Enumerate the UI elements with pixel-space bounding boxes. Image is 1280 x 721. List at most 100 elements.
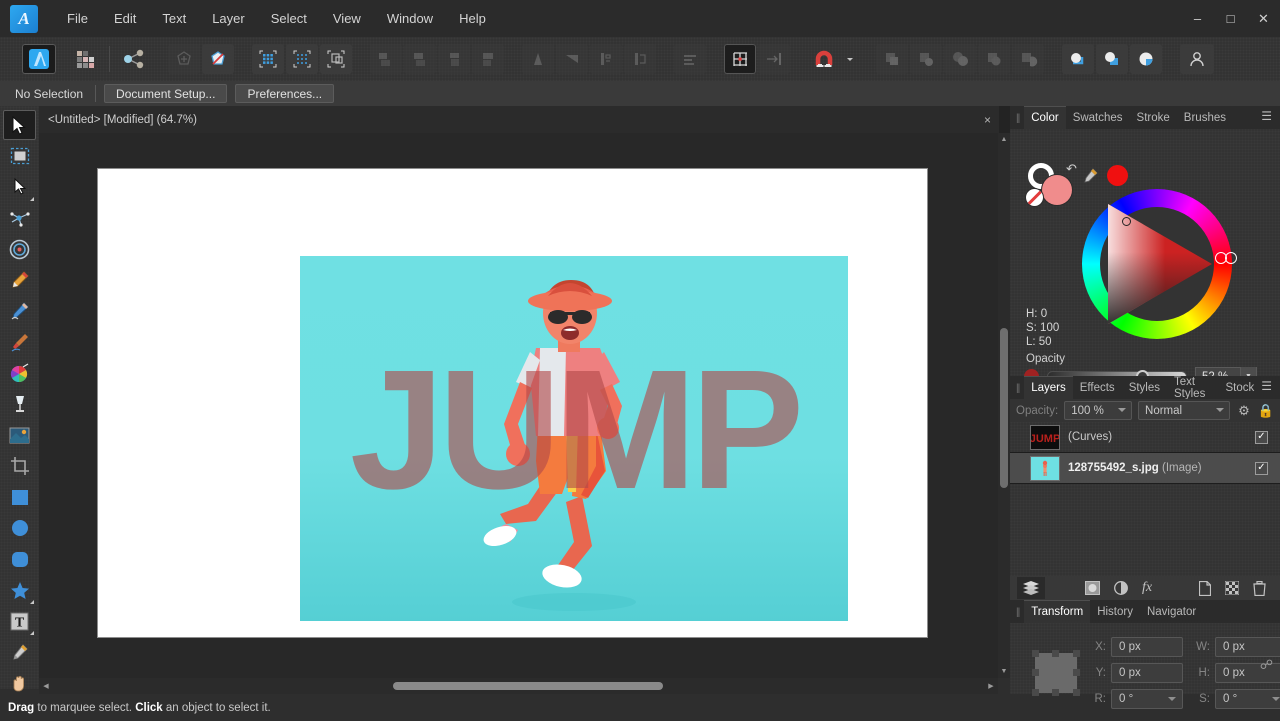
fill-swatch[interactable] xyxy=(1042,175,1072,205)
fill-stroke-swatches[interactable]: ↶ xyxy=(1026,161,1082,207)
tab-navigator[interactable]: Navigator xyxy=(1140,600,1203,623)
show-grid-icon[interactable] xyxy=(252,44,284,74)
hue-marker-icon[interactable] xyxy=(1215,252,1239,265)
rotate-left-icon[interactable] xyxy=(590,44,622,74)
tab-stock[interactable]: Stock xyxy=(1218,376,1261,399)
chevron-down-icon[interactable] xyxy=(1118,408,1127,412)
transform-anchor-grid[interactable] xyxy=(1032,650,1080,696)
mask-white-icon[interactable] xyxy=(1062,44,1094,74)
canvas-horizontal-scrollbar[interactable]: ◀ ▶ xyxy=(39,678,998,694)
tab-text-styles[interactable]: Text Styles xyxy=(1167,376,1218,400)
table-row[interactable]: 128755492_s.jpg (Image) ✓ xyxy=(1010,453,1280,484)
table-row[interactable]: JUMP (Curves) ✓ xyxy=(1010,422,1280,453)
document-tab[interactable]: <Untitled> [Modified] (64.7%) × xyxy=(39,106,999,133)
scroll-up-icon[interactable]: ▲ xyxy=(998,133,1010,146)
link-dimensions-icon[interactable]: ☍ xyxy=(1260,657,1273,673)
align-right-icon[interactable] xyxy=(438,44,470,74)
chevron-down-icon[interactable] xyxy=(1216,408,1225,412)
vertical-scroll-thumb[interactable] xyxy=(1000,328,1008,488)
pen-tool[interactable] xyxy=(3,265,36,295)
tab-history[interactable]: History xyxy=(1090,600,1140,623)
panel-grip-icon[interactable]: || xyxy=(1010,113,1024,129)
menu-layer[interactable]: Layer xyxy=(199,6,258,31)
panel-menu-icon[interactable]: ☰ xyxy=(1261,109,1280,127)
gear-icon[interactable]: ⚙ xyxy=(1238,403,1250,419)
ellipse-tool[interactable] xyxy=(3,513,36,543)
color-wheel[interactable] xyxy=(1082,189,1237,339)
horizontal-scroll-track[interactable] xyxy=(53,678,984,694)
tab-color[interactable]: Color xyxy=(1024,106,1066,129)
menu-file[interactable]: File xyxy=(54,6,101,31)
align-left-icon[interactable] xyxy=(370,44,402,74)
tab-swatches[interactable]: Swatches xyxy=(1066,106,1130,129)
account-icon[interactable] xyxy=(1180,44,1214,74)
chevron-down-icon[interactable] xyxy=(1272,697,1280,701)
fx-icon[interactable]: fx xyxy=(1142,580,1152,596)
rectangle-tool[interactable] xyxy=(3,482,36,512)
align-center-icon[interactable] xyxy=(404,44,436,74)
tab-layers[interactable]: Layers xyxy=(1024,376,1073,399)
menu-window[interactable]: Window xyxy=(374,6,446,31)
layer-opacity-field[interactable]: 100 % xyxy=(1064,401,1133,420)
magnet-dropdown-icon[interactable] xyxy=(842,44,858,74)
flip-horizontal-icon[interactable] xyxy=(522,44,554,74)
color-picker-tool[interactable] xyxy=(3,637,36,667)
boolean-combine-icon[interactable] xyxy=(1012,44,1044,74)
w-field[interactable]: 0 px xyxy=(1215,637,1280,657)
current-color-swatch[interactable] xyxy=(1107,165,1128,186)
panel-menu-icon[interactable]: ☰ xyxy=(1261,379,1280,397)
eyedropper-icon[interactable] xyxy=(1082,167,1098,184)
new-pixel-layer-icon[interactable] xyxy=(1225,581,1240,595)
no-node-icon[interactable] xyxy=(202,44,234,74)
s-field[interactable]: 0 ° xyxy=(1215,689,1280,709)
artistic-text-tool[interactable]: T xyxy=(3,606,36,636)
horizontal-scroll-thumb[interactable] xyxy=(393,682,663,690)
star-tool[interactable] xyxy=(3,575,36,605)
canvas-vertical-scrollbar[interactable]: ▲ ▼ xyxy=(998,133,1010,678)
no-fill-swatch[interactable] xyxy=(1026,189,1043,206)
menu-select[interactable]: Select xyxy=(258,6,320,31)
mask-blue-icon[interactable] xyxy=(1096,44,1128,74)
tab-stroke[interactable]: Stroke xyxy=(1130,106,1177,129)
delete-layer-icon[interactable] xyxy=(1253,580,1266,596)
new-layer-icon[interactable] xyxy=(1199,580,1212,596)
boolean-add-icon[interactable] xyxy=(876,44,908,74)
boolean-divide-icon[interactable] xyxy=(978,44,1010,74)
tab-styles[interactable]: Styles xyxy=(1122,376,1167,399)
placed-photo[interactable]: JUMP xyxy=(300,256,848,621)
tab-effects[interactable]: Effects xyxy=(1073,376,1122,399)
add-node-icon[interactable] xyxy=(168,44,200,74)
rotate-right-icon[interactable] xyxy=(624,44,656,74)
snap-grid-icon[interactable] xyxy=(724,44,756,74)
corner-tool[interactable] xyxy=(3,203,36,233)
place-image-tool[interactable] xyxy=(3,420,36,450)
snap-arrow-icon[interactable] xyxy=(758,44,790,74)
menu-help[interactable]: Help xyxy=(446,6,499,31)
layer-stack-icon[interactable] xyxy=(1017,577,1045,599)
boolean-subtract-icon[interactable] xyxy=(910,44,942,74)
menu-view[interactable]: View xyxy=(320,6,374,31)
document-setup-button[interactable]: Document Setup... xyxy=(104,84,228,103)
tab-brushes[interactable]: Brushes xyxy=(1177,106,1233,129)
r-field[interactable]: 0 ° xyxy=(1111,689,1183,709)
pencil-tool[interactable] xyxy=(3,296,36,326)
canvas-area[interactable]: JUMP xyxy=(39,133,998,678)
menu-text[interactable]: Text xyxy=(149,6,199,31)
layer-visibility-checkbox[interactable]: ✓ xyxy=(1255,461,1268,475)
scroll-right-icon[interactable]: ▶ xyxy=(984,678,998,694)
artboard-tool[interactable] xyxy=(3,141,36,171)
flip-vertical-icon[interactable] xyxy=(556,44,588,74)
maximize-button[interactable]: □ xyxy=(1214,0,1247,37)
tab-transform[interactable]: Transform xyxy=(1024,600,1091,623)
mask-icon[interactable] xyxy=(1084,581,1100,595)
persona-designer-icon[interactable] xyxy=(22,44,56,74)
triangle-cursor-icon[interactable] xyxy=(1122,217,1131,226)
adjustment-icon[interactable] xyxy=(1114,581,1128,595)
crop-tool[interactable] xyxy=(3,451,36,481)
persona-pixel-icon[interactable] xyxy=(68,44,102,74)
chevron-down-icon[interactable] xyxy=(1168,697,1176,701)
show-guides-icon[interactable] xyxy=(320,44,352,74)
text-align-icon[interactable] xyxy=(674,44,706,74)
persona-export-icon[interactable] xyxy=(117,44,151,74)
fill-tool[interactable] xyxy=(3,389,36,419)
